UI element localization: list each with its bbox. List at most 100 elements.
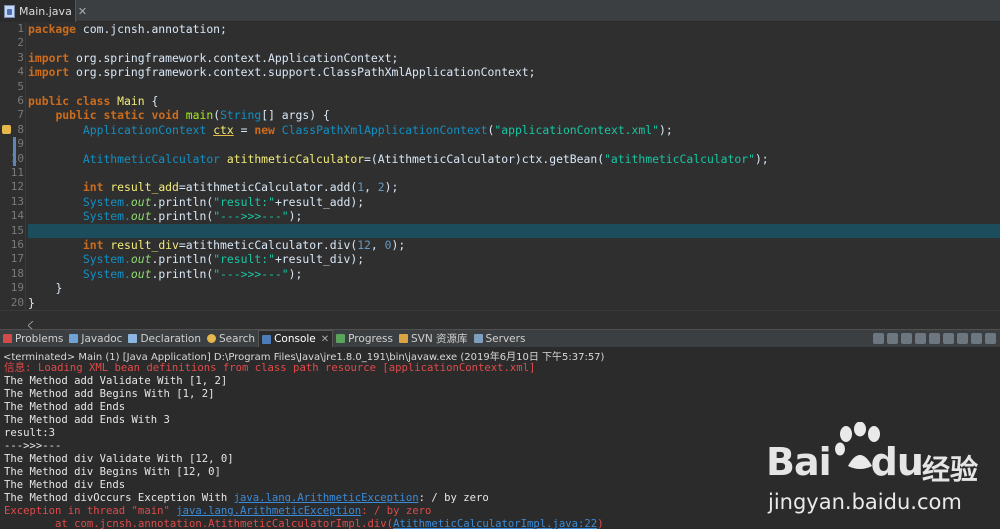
tab-problems[interactable]: Problems [0,330,66,348]
code-line-18: System.out.println("--->>>---"); [28,267,1000,281]
tab-label: Console [274,333,316,345]
number-literal: 12 [357,238,371,252]
keyword: void [151,108,179,123]
tab-search[interactable]: Search [204,330,258,348]
pin-console-icon[interactable] [957,333,968,344]
code-text: ); [658,122,673,137]
variable-name: atithmeticCalculator [226,151,365,166]
console-toolbar [873,333,1000,344]
string-literal: "--->>>---" [213,209,289,224]
line-number: 1 [17,22,24,35]
display-console-icon[interactable] [971,333,982,344]
keyword: static [103,108,145,123]
tab-servers[interactable]: Servers [471,330,529,348]
code-line-19: } [28,281,1000,295]
clear-console-icon[interactable] [915,333,926,344]
variable-name: ctx [213,122,234,137]
type-name: AtithmeticCalculator [82,151,221,166]
method-name: main [185,108,214,123]
exception-link[interactable]: java.lang.ArithmeticException [176,505,361,517]
keyword: package [28,22,77,36]
line-number: 12 [10,180,24,194]
remove-launch-icon[interactable] [887,333,898,344]
code-text: .println( [151,209,214,224]
line-number: 19 [10,281,24,295]
keyword: public [28,94,70,108]
console-text: ) [597,518,604,529]
code-text: +result_div); [274,252,365,267]
code-line-7: public static void main(String[] args) { [28,108,1000,122]
static-field: out [130,209,152,224]
progress-icon [336,334,346,343]
editor-tab-bar: Main.java ✕ [0,0,1000,22]
problems-icon [3,334,12,343]
editor-tab-main-java[interactable]: Main.java ✕ [0,0,87,22]
tab-label: Problems [15,332,64,345]
code-text: , [364,180,378,195]
code-editor[interactable]: 1 2 3 4 5 6 7 8 9 10 11 12 13 14 15 16 1… [0,22,1000,310]
code-line-15-current [28,223,1000,238]
terminate-icon[interactable] [873,333,884,344]
editor-horizontal-scrollbar[interactable] [0,310,1000,331]
console-text: : / by zero [361,505,432,517]
code-line-10: AtithmeticCalculator atithmeticCalculato… [28,152,1000,166]
open-console-icon[interactable] [985,333,996,344]
code-line-4: import org.springframework.context.suppo… [28,65,1000,79]
string-literal: "result:" [213,194,275,209]
console-line: The Method div Ends [4,479,126,491]
scroll-left-arrow-icon[interactable] [27,315,34,331]
line-number: 2 [17,36,24,50]
views-tab-bar: Problems Javadoc Declaration Search Cons… [0,329,1000,348]
code-text: { [144,94,159,108]
type-name: String [220,108,262,123]
close-icon[interactable]: ✕ [321,334,329,345]
code-text: } [55,281,63,296]
tab-svn-repository[interactable]: SVN 资源库 [396,330,471,348]
code-text: ); [384,180,399,195]
line-number: 6 [17,94,24,107]
code-line-20: } [28,296,1000,310]
code-text: org.springframework.context.support.Clas… [69,65,536,80]
keyword: public [55,108,97,123]
console-line: The Method div Validate With [12, 0] [4,453,234,465]
code-text: com.jcnsh.annotation; [76,22,227,36]
tab-label: Declaration [140,332,201,345]
line-number: 18 [10,266,24,280]
keyword: import [28,65,70,80]
remove-all-icon[interactable] [901,333,912,344]
source-link[interactable]: AtithmeticCalculatorImpl.java:22 [393,518,597,529]
keyword: int [82,180,104,195]
scroll-lock-icon[interactable] [929,333,940,344]
code-text: =atithmeticCalculator.add( [178,180,358,195]
code-text: , [370,238,385,252]
tab-javadoc[interactable]: Javadoc [66,330,125,348]
tab-label: Progress [348,332,393,345]
variable-name: result_div [110,238,179,252]
tab-declaration[interactable]: Declaration [125,330,204,348]
close-icon[interactable]: ✕ [78,5,87,18]
word-wrap-icon[interactable] [943,333,954,344]
editor-tab-label: Main.java [19,4,72,18]
java-file-icon [4,4,15,18]
code-text: = [233,122,255,137]
line-number: 3 [17,50,24,64]
line-number: 15 [10,223,24,237]
line-number: 16 [10,238,24,251]
servers-icon [473,334,483,343]
string-literal: "applicationContext.xml" [494,122,659,137]
tab-label: Search [219,332,256,345]
console-line: The Method add Ends With 3 [4,414,170,426]
tab-label: Javadoc [81,332,123,345]
code-line-3: import org.springframework.context.Appli… [28,51,1000,65]
watermark-brand-cn: 经验 [922,453,979,486]
static-field: out [130,252,152,267]
line-number: 20 [10,295,24,309]
tab-progress[interactable]: Progress [333,330,396,348]
keyword: class [76,94,111,108]
console-line: The Method divOccurs Exception With java… [4,492,489,505]
code-text: ); [391,238,406,252]
exception-link[interactable]: java.lang.ArithmeticException [234,492,419,504]
code-text: ); [288,209,303,224]
warning-icon[interactable] [2,125,11,134]
tab-console[interactable]: Console ✕ [258,329,334,348]
